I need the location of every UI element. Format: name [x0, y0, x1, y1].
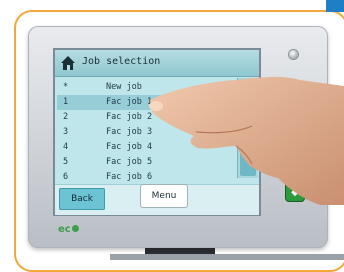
stop-icon: ⊘ — [290, 165, 300, 177]
job-index: 5 — [63, 157, 69, 167]
job-row-6[interactable]: 6 Fac job 6 — [57, 170, 233, 185]
job-name: Fac job 5 — [106, 157, 153, 167]
list-scrollbar[interactable] — [237, 78, 258, 178]
stop-button[interactable]: ⊘ — [286, 162, 304, 180]
job-name: Fac job 4 — [106, 142, 153, 152]
job-row-5[interactable]: 5 Fac job 5 — [57, 155, 233, 170]
status-led — [289, 50, 298, 59]
screen-title: Job selection — [82, 56, 161, 67]
scroll-thumb[interactable] — [240, 136, 256, 176]
job-index: 3 — [63, 127, 69, 137]
job-row-new[interactable]: * New job — [57, 80, 233, 95]
device-base — [110, 254, 344, 260]
job-index: 4 — [63, 142, 69, 152]
home-icon[interactable] — [60, 55, 76, 71]
job-row-1[interactable]: 1 Fac job 1 — [57, 95, 233, 110]
job-name: Fac job 3 — [106, 127, 153, 137]
job-row-4[interactable]: 4 Fac job 4 — [57, 140, 233, 155]
job-row-3[interactable]: 3 Fac job 3 — [57, 125, 233, 140]
menu-button[interactable]: Menu — [141, 185, 187, 207]
job-index: * — [63, 82, 69, 92]
corner-tab — [326, 0, 344, 12]
job-list: * New job 1 Fac job 1 2 Fac job 2 3 Fac … — [57, 80, 233, 185]
touch-screen: Job selection * New job 1 Fac job 1 2 Fa… — [53, 48, 261, 216]
start-diamond-icon: ◆ — [291, 186, 299, 198]
back-button[interactable]: Back — [59, 188, 105, 210]
brand-logo: ec — [58, 224, 79, 235]
job-row-2[interactable]: 2 Fac job 2 — [57, 110, 233, 125]
job-name: Fac job 1 — [106, 97, 153, 107]
job-index: 6 — [63, 172, 69, 182]
bottom-bar: Back Menu — [55, 184, 259, 215]
job-name: Fac job 2 — [106, 112, 153, 122]
job-index: 1 — [63, 97, 69, 107]
job-name: Fac job 6 — [106, 172, 153, 182]
job-name: New job — [106, 82, 142, 92]
job-index: 2 — [63, 112, 69, 122]
title-bar: Job selection — [55, 50, 259, 77]
start-button[interactable]: ◆ — [286, 183, 304, 201]
